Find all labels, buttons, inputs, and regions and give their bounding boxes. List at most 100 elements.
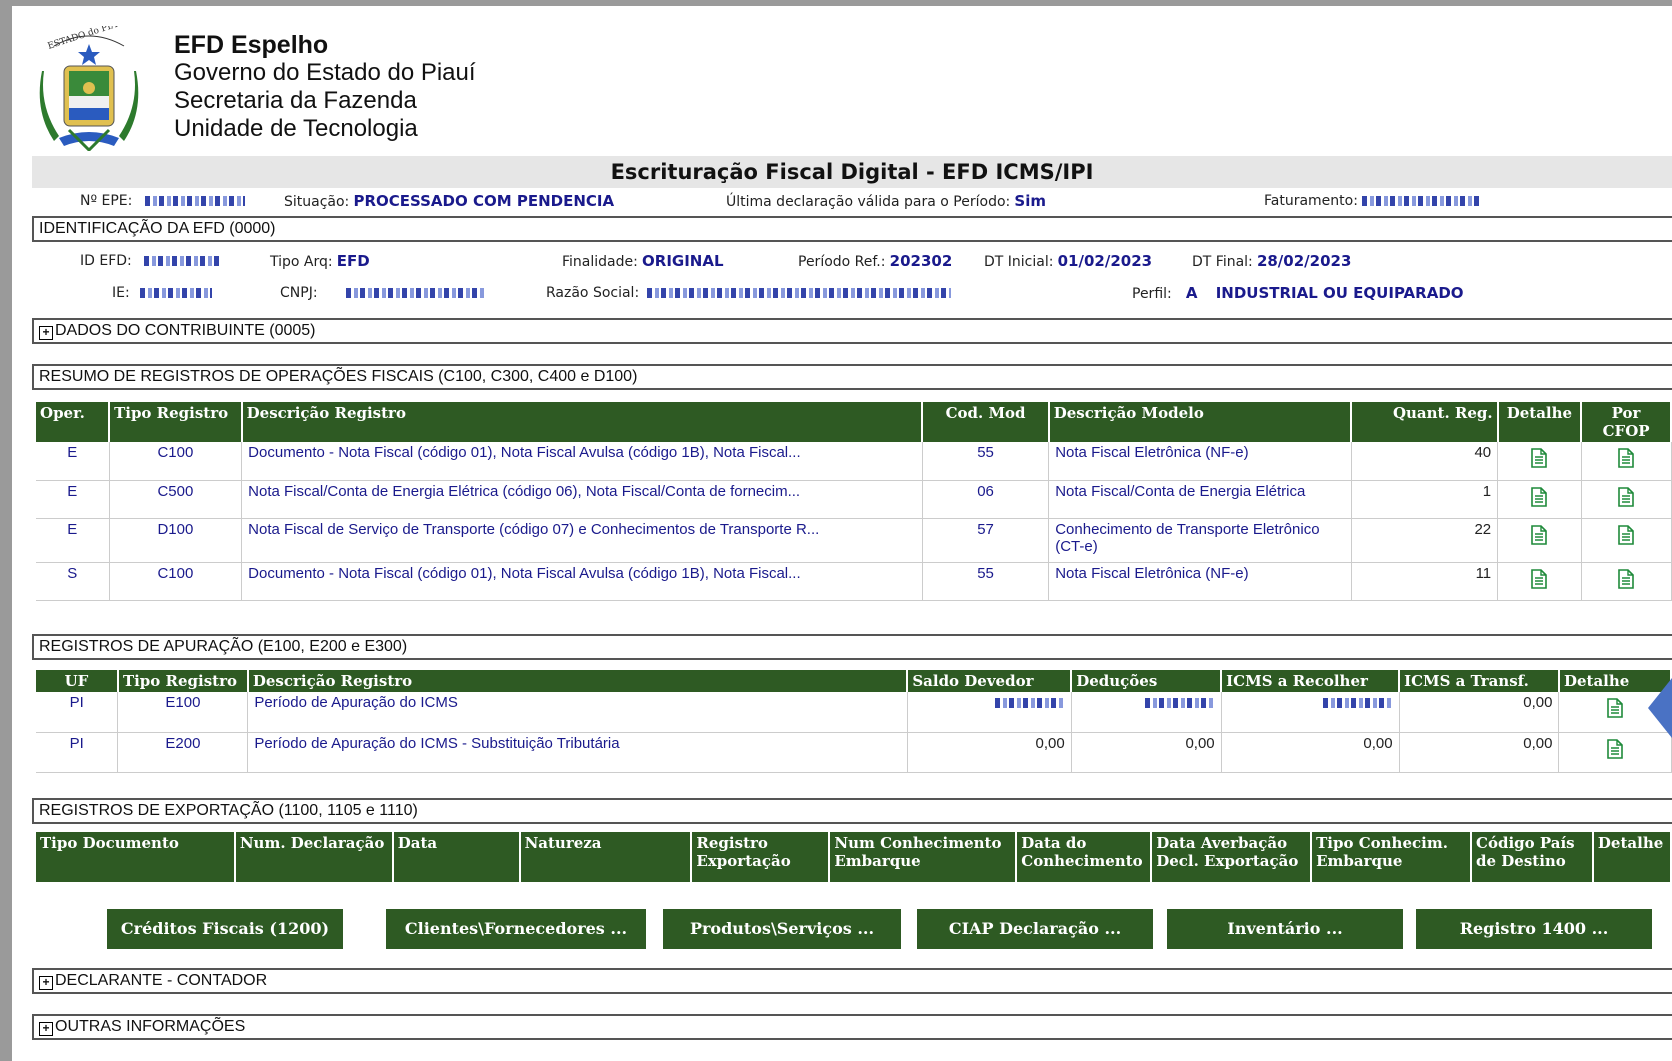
document-icon[interactable]: [1531, 486, 1548, 507]
apuracao-table: UF Tipo Registro Descrição Registro Sald…: [36, 670, 1672, 773]
col-num-conhecimento: Num Conhecimento Embarque: [829, 832, 1018, 882]
state-crest-logo: ESTADO do PIAUÍ: [39, 26, 139, 151]
col-quant-reg: Quant. Reg.: [1351, 402, 1499, 442]
section-declarante[interactable]: + DECLARANTE - CONTADOR: [32, 968, 1672, 994]
section-outras[interactable]: + OUTRAS INFORMAÇÕES: [32, 1014, 1672, 1040]
dt-inicial-value: 01/02/2023: [1057, 252, 1153, 270]
razao-social-label: Razão Social:: [546, 285, 640, 301]
col-tipo-documento: Tipo Documento: [36, 832, 236, 882]
uf-cell: PI: [36, 732, 119, 773]
uf-cell: PI: [36, 692, 119, 733]
document-icon[interactable]: [1618, 448, 1634, 468]
dt-inicial-group: DT Inicial: 01/02/2023: [984, 252, 1152, 270]
info-row: Nº EPE:: [80, 192, 245, 209]
epe-value-redacted: [144, 196, 245, 207]
ie-value-redacted: [139, 288, 212, 299]
oper-cell: E: [36, 480, 110, 519]
col-oper: Oper.: [36, 402, 111, 442]
section-identificacao: IDENTIFICAÇÃO DA EFD (0000): [32, 216, 1672, 242]
tipo-cell: E200: [117, 732, 249, 773]
modelo-cell: Nota Fiscal/Conta de Energia Elétrica: [1048, 480, 1352, 519]
col-data: Data: [392, 832, 521, 882]
tipo-cell: C100: [109, 442, 243, 481]
expand-icon[interactable]: +: [39, 1022, 53, 1036]
epe-label: Nº EPE:: [80, 193, 133, 209]
ciap-declaracao-button[interactable]: CIAP Declaração ...: [917, 909, 1153, 949]
exportacao-table: Tipo Documento Num. Declaração Data Natu…: [36, 832, 1672, 882]
resumo-header-row: Oper. Tipo Registro Descrição Registro C…: [36, 402, 1672, 442]
cfop-cell: [1581, 562, 1672, 601]
dt-inicial-label: DT Inicial:: [984, 254, 1054, 270]
modelo-cell: Nota Fiscal Eletrônica (NF-e): [1048, 562, 1352, 601]
cnpj-label: CNPJ:: [280, 285, 318, 301]
id-efd-value-redacted: [143, 256, 220, 267]
registro-1400-button[interactable]: Registro 1400 ...: [1416, 909, 1652, 949]
col-detalhe: Detalhe: [1592, 832, 1672, 882]
tipo-arq-label: Tipo Arq:: [270, 254, 333, 270]
quant-cell: 22: [1351, 518, 1499, 563]
col-descricao-registro: Descrição Registro: [241, 402, 924, 442]
oper-cell: S: [36, 562, 110, 601]
ultima-value: Sim: [1014, 192, 1046, 210]
section-apuracao: REGISTROS DE APURAÇÃO (E100, E200 e E300…: [32, 634, 1672, 660]
dt-final-value: 28/02/2023: [1256, 252, 1352, 270]
recolher-cell: [1221, 692, 1400, 733]
document-icon[interactable]: [1618, 486, 1634, 507]
cfop-cell: [1581, 442, 1672, 481]
cod-cell: 06: [922, 480, 1050, 519]
id-efd-label: ID EFD:: [80, 253, 132, 269]
perfil-label: Perfil:: [1132, 286, 1172, 302]
col-uf: UF: [36, 670, 119, 692]
cod-cell: 57: [922, 518, 1050, 563]
section-contribuinte[interactable]: + DADOS DO CONTRIBUINTE (0005): [32, 318, 1672, 344]
periodo-label: Período Ref.:: [798, 254, 886, 270]
col-cod-mod: Cod. Mod: [922, 402, 1050, 442]
desc-cell: Período de Apuração do ICMS - Substituiç…: [247, 732, 908, 773]
cod-cell: 55: [922, 562, 1050, 601]
modelo-cell: Conhecimento de Transporte Eletrônico (C…: [1048, 518, 1352, 563]
detalhe-cell: [1497, 442, 1582, 481]
creditos-fiscais-button[interactable]: Créditos Fiscais (1200): [107, 909, 343, 949]
tipo-cell: D100: [109, 518, 243, 563]
ie-group: IE:: [112, 284, 212, 301]
app-title: EFD Espelho: [174, 31, 329, 59]
desc-cell: Nota Fiscal/Conta de Energia Elétrica (c…: [241, 480, 923, 519]
document-icon[interactable]: [1531, 524, 1548, 545]
transf-cell: 0,00: [1399, 732, 1560, 773]
faturamento-label: Faturamento:: [1264, 193, 1358, 209]
clientes-fornecedores-button[interactable]: Clientes\Fornecedores ...: [386, 909, 646, 949]
page-title: Escrituração Fiscal Digital - EFD ICMS/I…: [32, 156, 1672, 188]
section-declarante-title: DECLARANTE - CONTADOR: [55, 972, 268, 989]
quant-cell: 1: [1351, 480, 1499, 519]
document-icon[interactable]: [1607, 738, 1623, 759]
ie-label: IE:: [112, 285, 130, 301]
document-icon[interactable]: [1531, 448, 1548, 468]
header-text: EFD Espelho Governo do Estado do Piauí S…: [174, 31, 476, 143]
pointer-arrow-icon: [1648, 678, 1672, 738]
saldo-cell: 0,00: [907, 732, 1072, 773]
expand-icon[interactable]: +: [39, 976, 53, 990]
section-resumo: RESUMO DE REGISTROS DE OPERAÇÕES FISCAIS…: [32, 364, 1672, 390]
modelo-cell: Nota Fiscal Eletrônica (NF-e): [1048, 442, 1352, 481]
quant-cell: 40: [1351, 442, 1499, 481]
inventario-button[interactable]: Inventário ...: [1167, 909, 1403, 949]
recolher-value-redacted: [1322, 698, 1393, 709]
col-deducoes: Deduções: [1071, 670, 1223, 692]
recolher-cell: 0,00: [1221, 732, 1400, 773]
detalhe-cell: [1497, 562, 1582, 601]
document-icon[interactable]: [1607, 698, 1623, 718]
expand-icon[interactable]: +: [39, 326, 53, 340]
document-icon[interactable]: [1618, 568, 1634, 589]
perfil-code: A: [1185, 284, 1198, 302]
dt-final-group: DT Final: 28/02/2023: [1192, 252, 1351, 270]
col-codigo-pais: Código País de Destino: [1471, 832, 1594, 882]
deducoes-cell: 0,00: [1071, 732, 1222, 773]
saldo-value-redacted: [994, 698, 1065, 709]
exportacao-header-row: Tipo Documento Num. Declaração Data Natu…: [36, 832, 1672, 882]
document-icon[interactable]: [1618, 524, 1634, 545]
detalhe-cell: [1558, 732, 1672, 773]
section-identificacao-title: IDENTIFICAÇÃO DA EFD (0000): [39, 220, 276, 237]
document-icon[interactable]: [1531, 568, 1548, 589]
col-natureza: Natureza: [519, 832, 693, 882]
produtos-servicos-button[interactable]: Produtos\Serviços ...: [663, 909, 901, 949]
